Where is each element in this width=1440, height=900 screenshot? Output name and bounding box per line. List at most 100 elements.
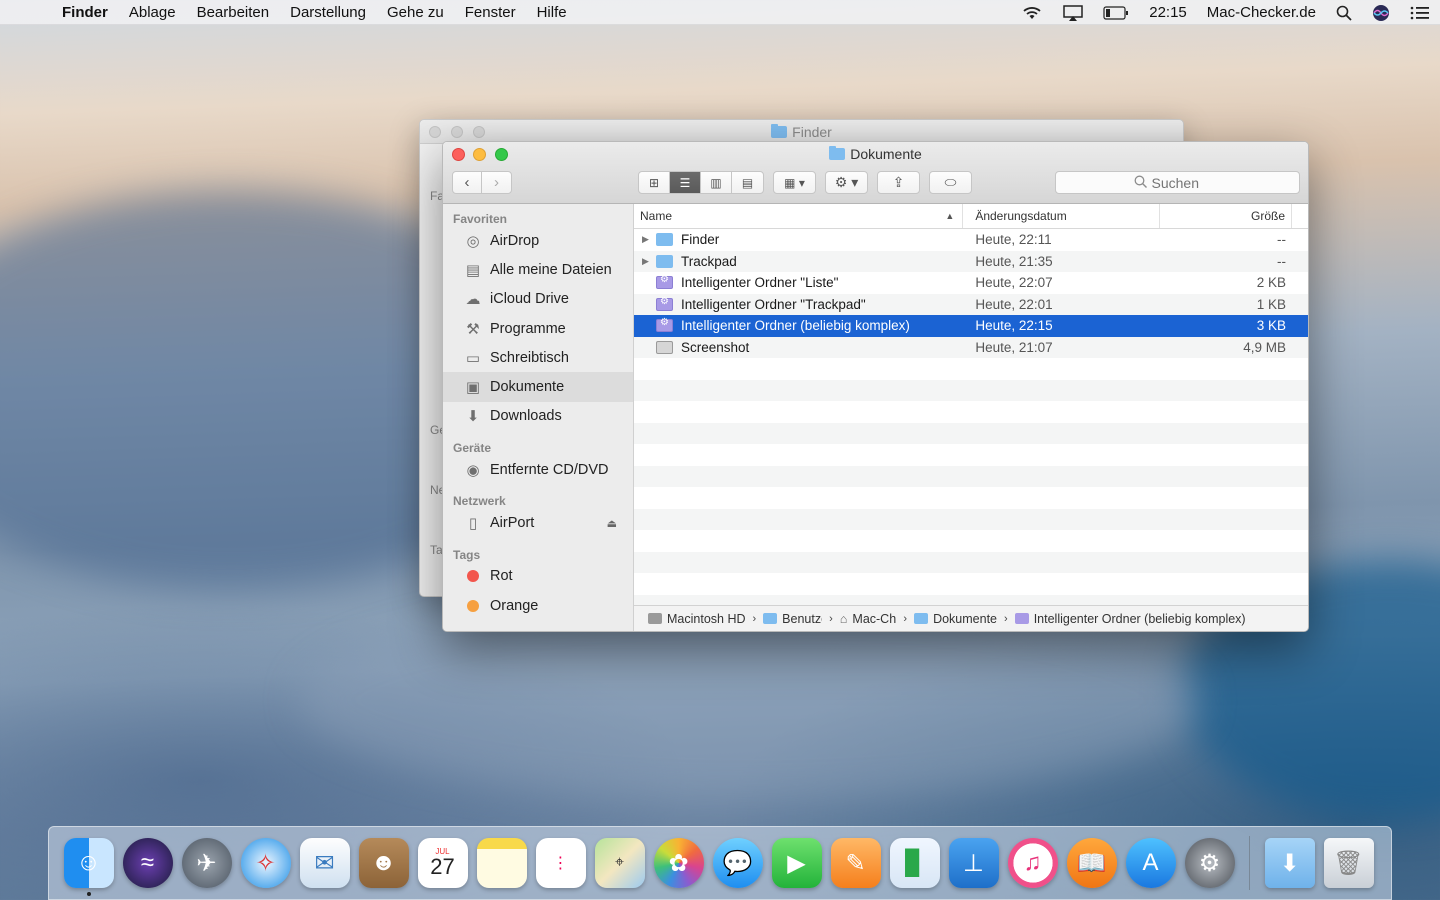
sidebar-item-all-files[interactable]: ▤ Alle meine Dateien <box>443 255 633 284</box>
search-input[interactable] <box>1151 174 1222 191</box>
path-segment-users[interactable]: Benutzer <box>763 612 822 626</box>
table-row[interactable]: ▶Trackpad Heute, 21:35 -- Ordner <box>634 250 1308 272</box>
folder-icon <box>656 233 673 247</box>
contacts-icon[interactable]: ☻ <box>358 838 409 888</box>
wifi-icon[interactable] <box>1011 5 1053 21</box>
sidebar-item-tag-orange[interactable]: Orange <box>443 591 633 620</box>
forward-button[interactable]: › <box>482 172 511 193</box>
finder-icon[interactable]: ☺ <box>63 838 114 896</box>
empty-row <box>634 573 1308 595</box>
search-field[interactable] <box>1055 171 1300 194</box>
reminders-icon[interactable]: ⋮ <box>535 838 586 888</box>
column-header-name[interactable]: Name ▲ <box>634 204 964 228</box>
image-file-icon <box>656 340 673 354</box>
notification-center-icon[interactable] <box>1400 5 1440 21</box>
siri-icon[interactable]: ≈ <box>122 838 173 888</box>
safari-icon[interactable]: ✧ <box>240 838 291 888</box>
disclosure-triangle-icon[interactable]: ▶ <box>642 256 656 267</box>
tag-button[interactable]: ⬭ <box>929 171 972 194</box>
back-button[interactable]: ‹ <box>453 172 482 193</box>
keynote-icon[interactable]: ⊥ <box>948 838 999 888</box>
column-header-kind[interactable]: Art <box>1292 204 1308 228</box>
finder-window: Dokumente ‹ › ⊞ ☰ ▥ ▤ ▦ ▾ ⚙ ▾ ⇪ ⬭ Favori… <box>442 141 1309 632</box>
menu-app-finder[interactable]: Finder <box>62 4 118 21</box>
sidebar-item-icloud-drive[interactable]: ☁ iCloud Drive <box>443 285 633 314</box>
empty-row <box>634 379 1308 401</box>
table-row[interactable]: Intelligenter Ordner "Liste" Heute, 22:0… <box>634 272 1308 294</box>
downloads-stack-icon[interactable]: ⬇ <box>1264 838 1315 888</box>
itunes-icon[interactable]: ♫ <box>1007 838 1058 888</box>
path-segment-smart-folder[interactable]: Intelligenter Ordner (beliebig komplex) <box>1014 612 1246 626</box>
sidebar-item-downloads[interactable]: ⬇ Downloads <box>443 402 633 431</box>
menu-gehe-zu[interactable]: Gehe zu <box>377 4 455 21</box>
table-row[interactable]: Intelligenter Ordner "Trackpad" Heute, 2… <box>634 293 1308 315</box>
spotlight-search-icon[interactable] <box>1326 5 1362 21</box>
action-button[interactable]: ⚙ ▾ <box>825 171 868 194</box>
column-headers: Name▲ Änderungsdatum Größe Art <box>634 204 1308 229</box>
launchpad-icon[interactable]: ✈ <box>181 838 232 888</box>
share-icon: ⇪ <box>892 174 905 190</box>
column-header-size[interactable]: Größe <box>1160 204 1292 228</box>
calendar-day: 27 <box>430 854 455 879</box>
sidebar-item-remote-disc[interactable]: ◉ Entfernte CD/DVD <box>443 455 633 484</box>
menu-darstellung[interactable]: Darstellung <box>280 4 377 21</box>
calendar-icon[interactable]: JUL 27 <box>417 838 468 888</box>
eject-icon[interactable]: ⏏ <box>607 517 617 530</box>
column-view-button[interactable]: ▥ <box>701 172 732 193</box>
empty-row <box>634 444 1308 466</box>
facetime-icon[interactable]: ▶ <box>771 838 822 888</box>
user-name[interactable]: Mac-Checker.de <box>1197 4 1326 21</box>
chevron-left-icon: ‹ <box>464 174 470 191</box>
grid-icon: ⊞ <box>648 175 660 190</box>
photos-icon[interactable]: ✿ <box>653 838 704 888</box>
sidebar-item-label: Alle meine Dateien <box>490 261 612 278</box>
arrange-button[interactable]: ▦ ▾ <box>773 171 816 194</box>
cover-flow-button[interactable]: ▤ <box>732 172 763 193</box>
smart-folder-icon <box>656 296 673 311</box>
list-view-button[interactable]: ☰ <box>670 172 701 193</box>
path-segment-documents[interactable]: Dokumente <box>914 612 997 626</box>
pages-icon[interactable]: ✎ <box>830 838 881 888</box>
sidebar-item-documents[interactable]: ▣ Dokumente <box>443 372 633 402</box>
sidebar-item-airdrop[interactable]: ◎ AirDrop <box>443 226 633 255</box>
table-row[interactable]: ▶Finder Heute, 22:11 -- Ordner <box>634 229 1308 251</box>
table-row-selected[interactable]: Intelligenter Ordner (beliebig komplex) … <box>634 315 1308 337</box>
ibooks-icon[interactable]: 📖 <box>1066 838 1117 888</box>
sidebar-header-devices: Geräte <box>453 441 492 456</box>
battery-icon[interactable] <box>1093 5 1139 20</box>
notes-icon[interactable] <box>476 838 527 888</box>
sidebar-item-desktop[interactable]: ▭ Schreibtisch <box>443 343 633 372</box>
smart-folder-icon <box>656 274 673 290</box>
trash-icon[interactable]: 🗑 <box>1323 838 1374 888</box>
siri-icon[interactable] <box>1362 4 1400 22</box>
menu-bearbeiten[interactable]: Bearbeiten <box>186 4 280 21</box>
share-button[interactable]: ⇪ <box>877 171 920 194</box>
sidebar-item-label: AirDrop <box>490 232 540 249</box>
airport-icon: ▯ <box>468 515 478 533</box>
menu-ablage[interactable]: Ablage <box>118 4 186 21</box>
menu-hilfe[interactable]: Hilfe <box>526 4 577 21</box>
icon-view-button[interactable]: ⊞ <box>639 172 670 193</box>
sidebar-item-tag-red[interactable]: Rot <box>443 562 633 591</box>
path-separator-icon: › <box>752 612 757 625</box>
clock[interactable]: 22:15 <box>1139 4 1197 21</box>
disclosure-triangle-icon[interactable]: ▶ <box>642 234 656 245</box>
column-header-date[interactable]: Änderungsdatum <box>963 204 1161 228</box>
folder-icon <box>914 613 929 624</box>
maps-icon[interactable]: ⌖ <box>594 838 645 888</box>
system-preferences-icon[interactable]: ⚙ <box>1184 838 1235 888</box>
menu-fenster[interactable]: Fenster <box>454 4 526 21</box>
path-segment-macintosh-hd[interactable]: Macintosh HD <box>648 612 746 626</box>
messages-icon[interactable]: 💬 <box>712 838 763 888</box>
app-store-icon[interactable]: A <box>1125 838 1176 888</box>
sidebar-item-airport[interactable]: ▯ AirPort ⏏ <box>443 508 633 537</box>
mail-icon[interactable]: ✉ <box>299 838 350 888</box>
numbers-icon[interactable]: ▊ <box>889 838 940 888</box>
sidebar-item-label: Rot <box>490 568 513 585</box>
sidebar-item-applications[interactable]: ⚒ Programme <box>443 314 633 343</box>
table-row[interactable]: Screenshot Heute, 21:07 4,9 MB PNG-Bild <box>634 336 1308 358</box>
sidebar-item-label: Schreibtisch <box>490 349 569 366</box>
sidebar-item-label: Downloads <box>490 408 562 425</box>
path-segment-home[interactable]: ⌂Mac-Checker <box>840 612 897 626</box>
airplay-icon[interactable] <box>1053 4 1093 21</box>
